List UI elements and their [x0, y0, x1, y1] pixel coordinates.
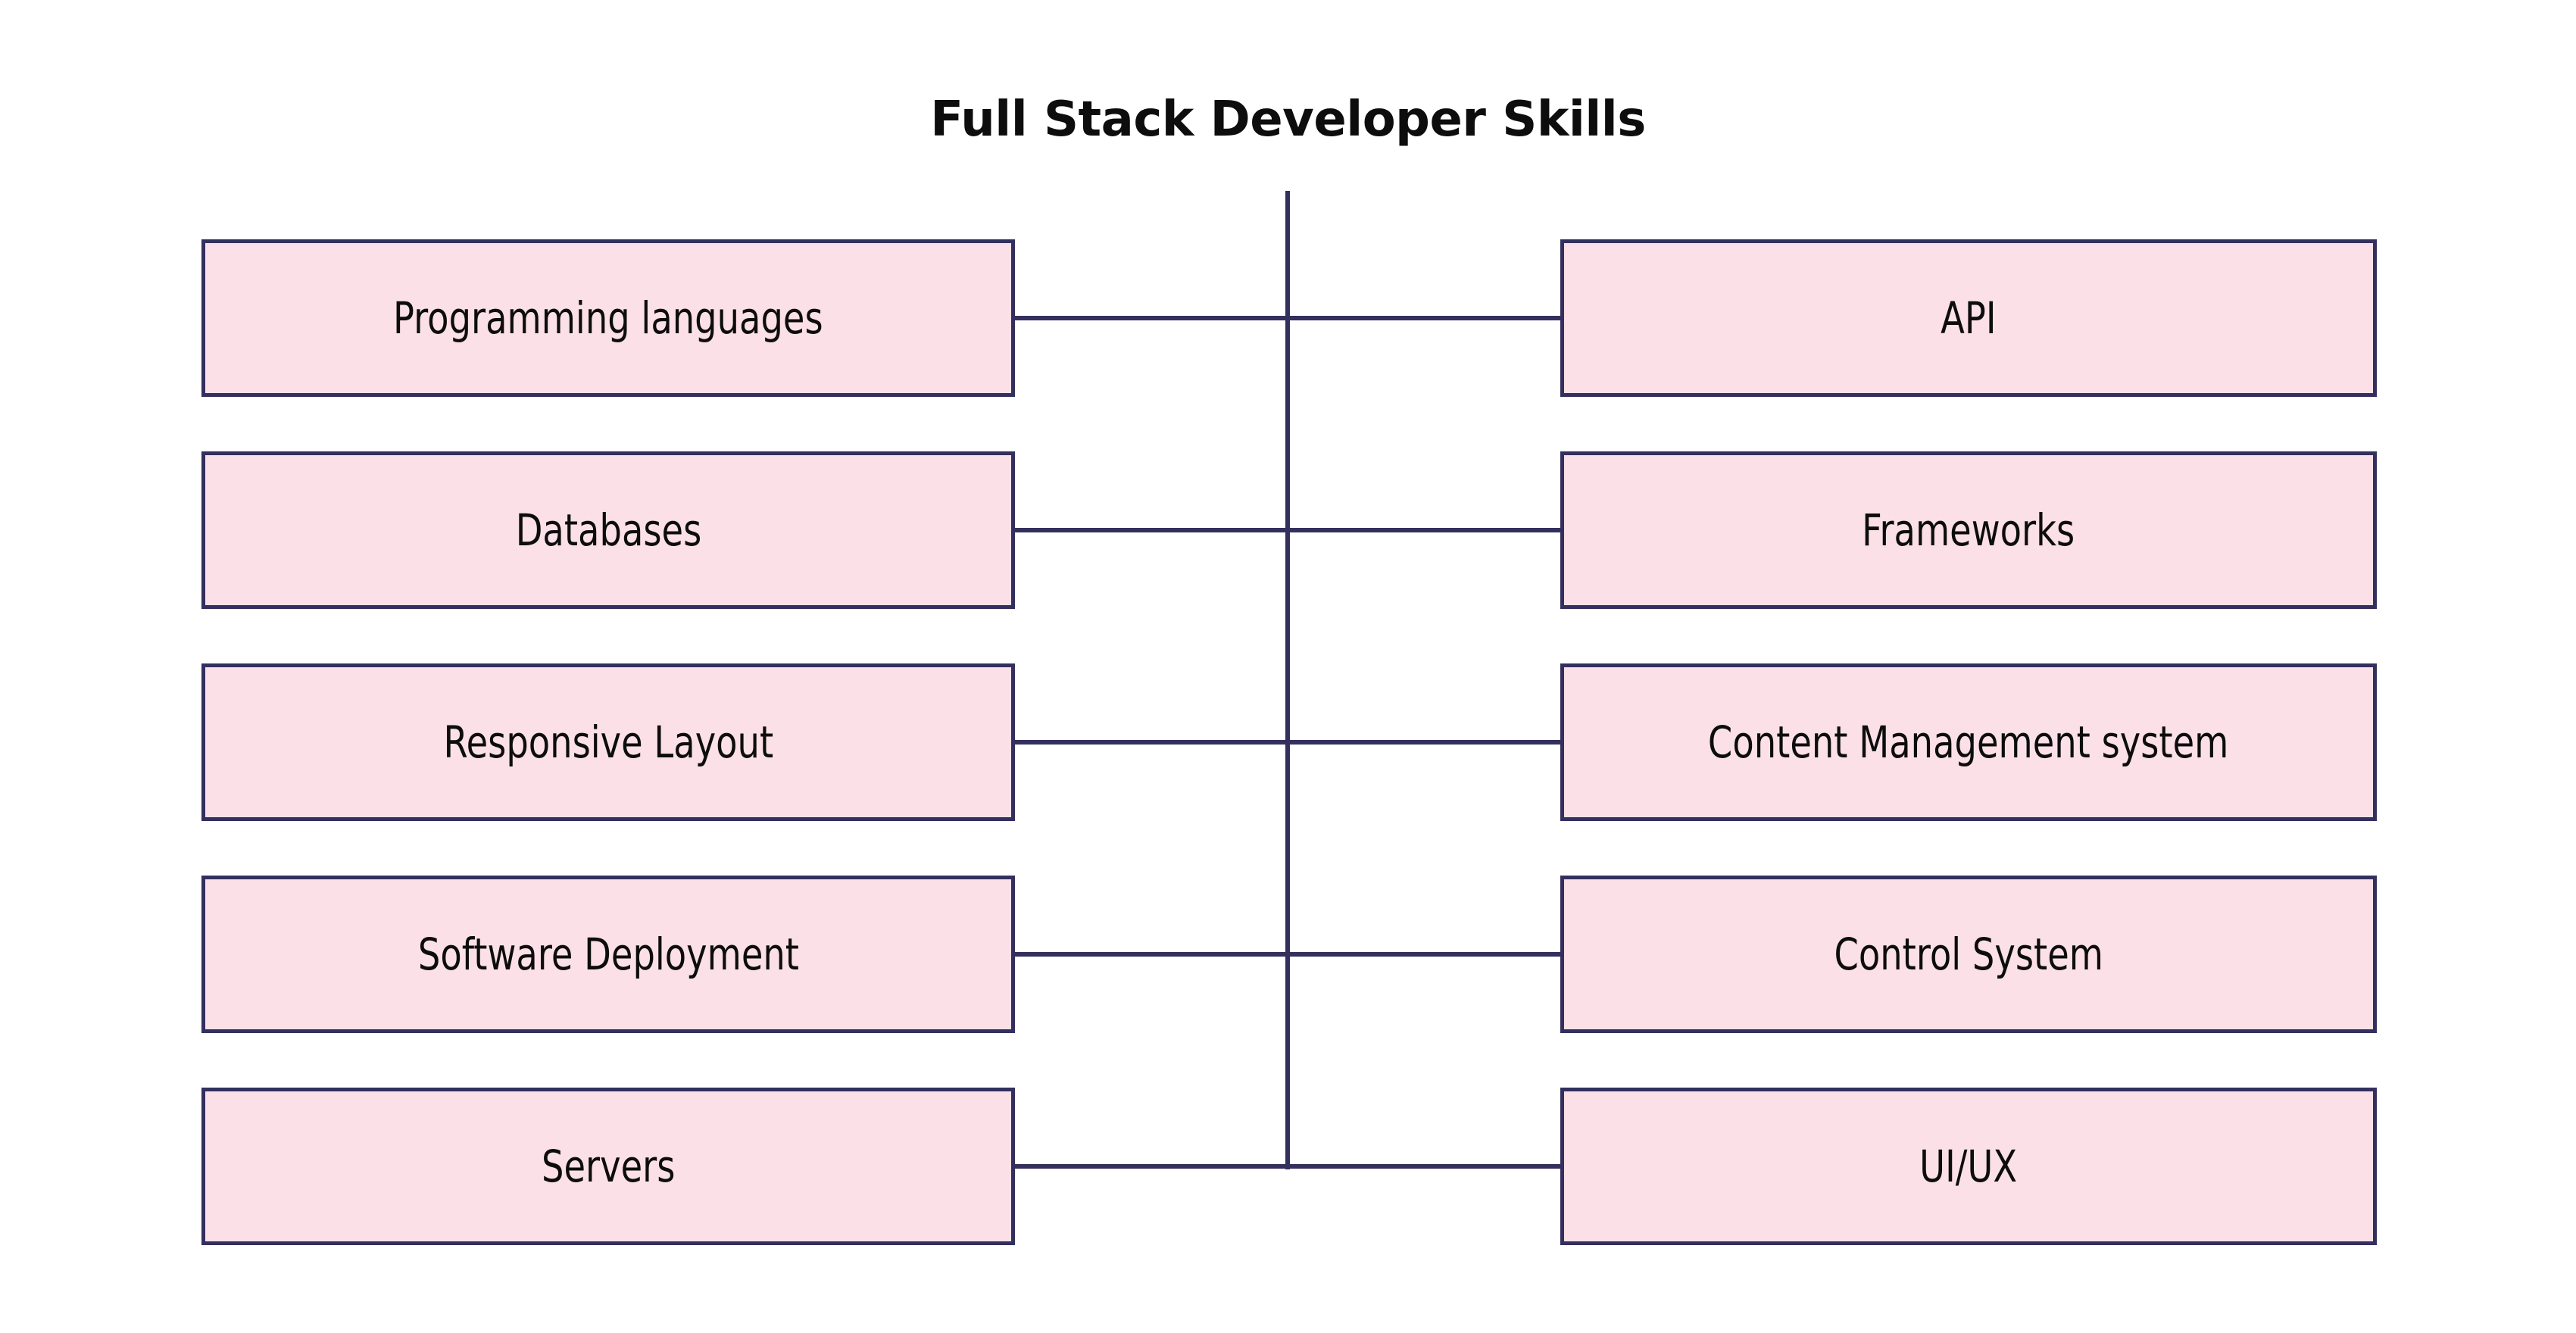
skill-label-left-3: Responsive Layout	[443, 716, 773, 768]
skill-box-right-3[interactable]: Content Management system	[1560, 663, 2377, 821]
skill-label-left-1: Programming languages	[393, 292, 823, 344]
skill-label-right-4: Control System	[1834, 929, 2103, 980]
skill-box-left-1[interactable]: Programming languages	[201, 239, 1015, 397]
connector-row-2-left	[1015, 528, 1288, 532]
diagram-canvas: Full Stack Developer Skills Programming …	[0, 0, 2576, 1333]
skill-box-left-5[interactable]: Servers	[201, 1088, 1015, 1245]
center-spine-line	[1285, 191, 1290, 1169]
skill-box-right-5[interactable]: UI/UX	[1560, 1088, 2377, 1245]
connector-row-1-left	[1015, 316, 1288, 320]
connector-row-3-left	[1015, 740, 1288, 745]
page-title: Full Stack Developer Skills	[930, 92, 1646, 148]
skill-box-left-4[interactable]: Software Deployment	[201, 876, 1015, 1033]
skill-label-right-5: UI/UX	[1919, 1141, 2018, 1192]
skill-label-left-5: Servers	[541, 1141, 676, 1192]
skill-label-left-4: Software Deployment	[417, 929, 799, 980]
connector-row-4-left	[1015, 952, 1288, 957]
skill-box-left-2[interactable]: Databases	[201, 451, 1015, 609]
skill-box-right-4[interactable]: Control System	[1560, 876, 2377, 1033]
connector-row-3-right	[1288, 740, 1562, 745]
skill-label-right-1: API	[1941, 292, 1997, 344]
skill-label-right-2: Frameworks	[1862, 504, 2075, 556]
skill-box-right-2[interactable]: Frameworks	[1560, 451, 2377, 609]
connector-row-5-right	[1288, 1164, 1562, 1169]
connector-row-1-right	[1288, 316, 1562, 320]
skill-label-right-3: Content Management system	[1708, 716, 2229, 768]
skill-label-left-2: Databases	[515, 504, 701, 556]
skill-box-left-3[interactable]: Responsive Layout	[201, 663, 1015, 821]
connector-row-2-right	[1288, 528, 1562, 532]
connector-row-5-left	[1015, 1164, 1288, 1169]
skill-box-right-1[interactable]: API	[1560, 239, 2377, 397]
connector-row-4-right	[1288, 952, 1562, 957]
